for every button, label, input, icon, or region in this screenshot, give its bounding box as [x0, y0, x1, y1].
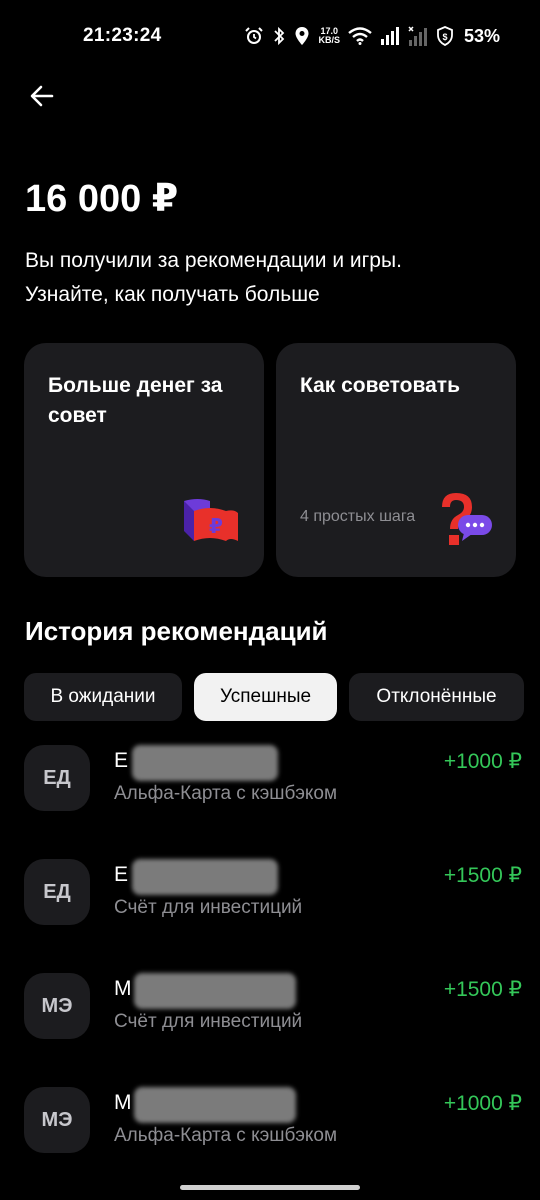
arrow-left-icon: [30, 85, 54, 107]
question-chat-icon: [442, 493, 492, 545]
item-product: Альфа-Карта с кэшбэком: [114, 1125, 338, 1146]
card-title: Как советовать: [300, 374, 460, 397]
ruble-flag-icon: ₽: [184, 499, 238, 541]
tab-rejected[interactable]: Отклонённые: [349, 673, 524, 721]
avatar: ЕД: [24, 859, 90, 925]
redacted-name: [134, 1087, 296, 1123]
total-amount: 16 000 ₽: [25, 178, 179, 220]
redacted-name: [134, 973, 296, 1009]
avatar: МЭ: [24, 973, 90, 1039]
item-name: М: [114, 977, 132, 1000]
summary-line-1: Вы получили за рекомендации и игры.: [25, 249, 402, 272]
location-icon: [294, 26, 310, 46]
home-indicator[interactable]: [180, 1185, 360, 1190]
item-name: Е: [114, 863, 129, 886]
signal-icon: [380, 27, 400, 45]
card-title: Больше денег за совет: [48, 374, 223, 427]
redacted-name: [132, 745, 278, 781]
avatar: МЭ: [24, 1087, 90, 1153]
item-name: М: [114, 1091, 132, 1114]
item-reward: +1000 ₽: [443, 750, 522, 773]
history-tabs: В ожидании Успешные Отклонённые: [24, 673, 540, 721]
alarm-icon: [244, 26, 264, 46]
svg-text:₽: ₽: [209, 514, 223, 538]
item-product: Альфа-Карта с кэшбэком: [114, 783, 338, 804]
wifi-icon: [348, 27, 372, 45]
history-title: История рекомендаций: [25, 616, 328, 646]
status-icons: 17.0 KB/S $ 53%: [244, 24, 500, 48]
summary-description: Вы получили за рекомендации и игры. Узна…: [25, 244, 525, 312]
card-how-to-recommend[interactable]: Как советовать 4 простых шага: [276, 343, 516, 577]
item-name: Е: [114, 749, 129, 772]
card-subtitle: 4 простых шага: [300, 508, 416, 525]
list-item[interactable]: МЭ М Счёт для инвестиций +1500 ₽: [24, 973, 524, 1053]
list-item[interactable]: МЭ М Альфа-Карта с кэшбэком +1000 ₽: [24, 1087, 524, 1167]
bluetooth-icon: [272, 26, 286, 46]
battery-level: 53%: [463, 25, 500, 46]
item-reward: +1500 ₽: [443, 978, 522, 1001]
status-bar: 21:23:24 17.0 KB/S $ 53%: [0, 0, 540, 72]
redacted-name: [132, 859, 278, 895]
item-reward: +1500 ₽: [443, 864, 522, 887]
avatar: ЕД: [24, 745, 90, 811]
tab-successful[interactable]: Успешные: [194, 673, 337, 721]
item-product: Счёт для инвестиций: [114, 897, 303, 918]
item-product: Счёт для инвестиций: [114, 1011, 303, 1032]
net-speed: 17.0 KB/S: [318, 26, 340, 45]
item-reward: +1000 ₽: [443, 1092, 522, 1115]
list-item[interactable]: ЕД Е Альфа-Карта с кэшбэком +1000 ₽: [24, 745, 524, 825]
tab-pending[interactable]: В ожидании: [24, 673, 182, 721]
shield-dollar-icon: $: [436, 26, 454, 46]
status-time: 21:23:24: [83, 25, 162, 46]
summary-line-2: Узнайте, как получать больше: [25, 283, 320, 306]
list-item[interactable]: ЕД Е Счёт для инвестиций +1500 ₽: [24, 859, 524, 939]
svg-text:$: $: [442, 32, 447, 42]
back-button[interactable]: [22, 76, 62, 116]
card-more-money[interactable]: Больше денег за совет ₽: [24, 343, 264, 577]
signal-no-service-icon: [408, 26, 428, 46]
